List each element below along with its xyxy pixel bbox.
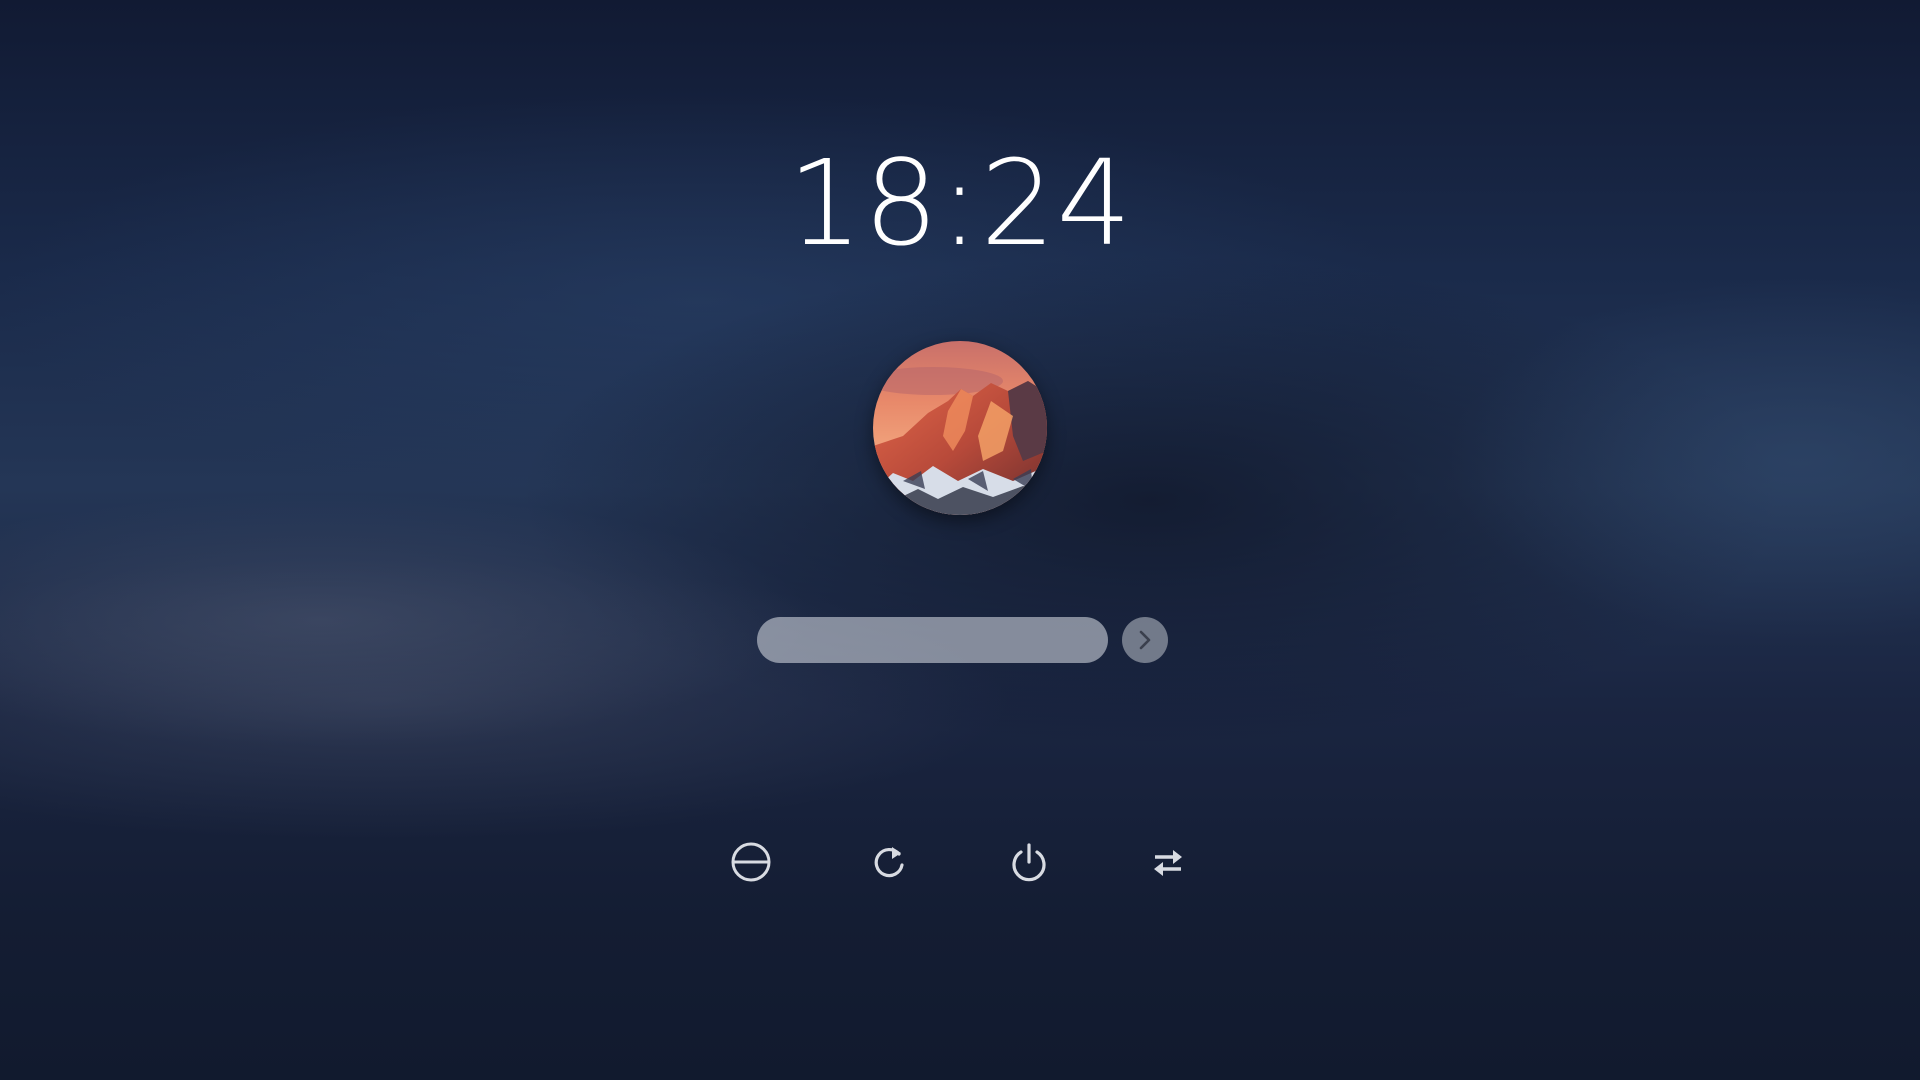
chevron-right-icon (1139, 630, 1151, 650)
power-actions-bar (0, 838, 1920, 886)
shutdown-button[interactable] (1005, 838, 1053, 886)
login-submit-button[interactable] (1122, 617, 1168, 663)
clock-time: 18:24 (787, 134, 1133, 272)
switch-user-icon (1154, 850, 1182, 876)
restart-button[interactable] (866, 838, 914, 886)
suspend-icon (731, 842, 771, 882)
mountain-avatar-image (873, 341, 1047, 515)
password-input[interactable] (757, 617, 1108, 663)
restart-icon (874, 847, 904, 878)
switch-user-button[interactable] (1144, 838, 1192, 886)
shutdown-icon (1012, 843, 1046, 882)
user-avatar[interactable] (873, 341, 1047, 515)
suspend-button[interactable] (727, 838, 775, 886)
